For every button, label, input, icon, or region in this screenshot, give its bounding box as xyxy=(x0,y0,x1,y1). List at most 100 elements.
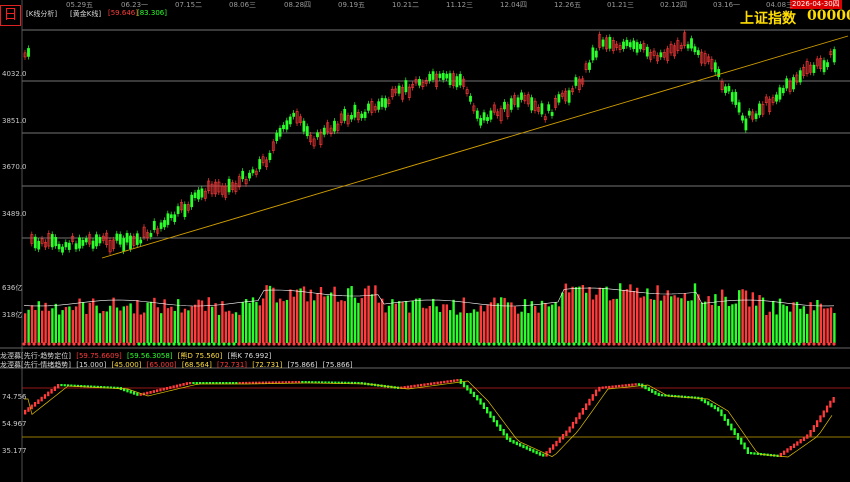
date-label: 04.08三 xyxy=(766,1,794,9)
volume-bar xyxy=(530,301,533,343)
indicator-name[interactable]: 龙湮募[先行-情绪趋势] xyxy=(0,361,71,369)
signal-dot xyxy=(437,342,441,346)
signal-dot xyxy=(367,342,371,346)
signal-dot xyxy=(422,342,426,346)
signal-dot xyxy=(582,342,586,346)
signal-dot xyxy=(467,342,471,346)
indicator-bar xyxy=(159,388,162,392)
volume-bar xyxy=(387,305,391,343)
indicator-row-sentiment: 龙湮募[先行-情绪趋势] [15.000] [45.000] [65.000] … xyxy=(0,360,356,370)
chart-canvas[interactable] xyxy=(0,0,850,482)
candle-body xyxy=(251,169,255,174)
indicator-bar xyxy=(479,398,482,405)
golden-kline-tag[interactable]: [黄金K线] xyxy=(70,9,101,19)
indicator-bar xyxy=(462,381,466,388)
candle-body xyxy=(693,46,697,53)
indicator-name[interactable]: 龙湮募[先行-趋势定位] xyxy=(0,352,71,360)
volume-bar xyxy=(540,300,544,343)
volume-bar xyxy=(778,298,782,343)
volume-bar xyxy=(47,310,51,343)
kline-analysis-tag[interactable]: [K线分析] xyxy=(26,9,57,19)
volume-bar xyxy=(795,301,799,343)
candle-body xyxy=(479,117,483,126)
signal-dot xyxy=(632,342,636,346)
indicator-value: [熊D 75.560] xyxy=(177,352,223,360)
volume-bar xyxy=(306,301,309,343)
signal-dot xyxy=(267,342,271,346)
indicator-bar xyxy=(261,381,264,384)
volume-bar xyxy=(812,310,816,343)
candle-body xyxy=(176,206,180,214)
indicator-bar xyxy=(459,379,462,384)
indicator-bar xyxy=(825,405,829,413)
candle-body xyxy=(241,170,245,180)
indicator-bar xyxy=(585,403,588,410)
volume-bar xyxy=(472,309,476,343)
indicator-bar xyxy=(627,383,631,387)
indicator-bar xyxy=(535,450,538,455)
volume-bar xyxy=(217,314,221,343)
date-label: 02.12四 xyxy=(660,1,688,9)
indicator-bar xyxy=(416,384,419,387)
indicator-bar xyxy=(489,411,492,418)
volume-bar xyxy=(588,287,591,343)
volume-bar xyxy=(734,303,737,343)
signal-dot xyxy=(537,342,541,346)
volume-bar xyxy=(64,307,68,343)
volume-bar xyxy=(432,298,435,343)
volume-bar xyxy=(510,302,513,343)
signal-dot xyxy=(532,342,536,346)
signal-dot xyxy=(222,342,226,346)
period-day-button[interactable]: 日 xyxy=(0,5,21,26)
volume-bar xyxy=(744,290,748,343)
volume-bar xyxy=(71,310,74,343)
indicator-bar xyxy=(796,441,799,446)
indicator-bar xyxy=(132,391,136,395)
volume-bar xyxy=(455,314,459,343)
signal-dot xyxy=(382,342,386,346)
signal-dot xyxy=(832,342,836,346)
volume-bar xyxy=(466,313,469,343)
volume-bar xyxy=(459,312,462,343)
volume-bar xyxy=(768,311,771,343)
signal-dot xyxy=(807,342,811,346)
volume-bar xyxy=(520,311,523,343)
volume-bar xyxy=(224,311,227,343)
indicator-bar xyxy=(832,397,835,403)
candle-body xyxy=(380,98,384,107)
indicator-bar xyxy=(492,415,495,423)
volume-bar xyxy=(418,298,421,343)
indicator-bar xyxy=(182,383,185,386)
signal-dot xyxy=(122,342,126,346)
signal-dot xyxy=(22,342,26,346)
date-label: 10.21二 xyxy=(392,1,420,9)
volume-bar xyxy=(727,305,731,343)
indicator-bar xyxy=(297,381,301,384)
indicator-bar xyxy=(456,379,459,382)
signal-dot xyxy=(462,342,466,346)
volume-bar xyxy=(289,289,292,343)
candle-body xyxy=(118,234,122,245)
candle-body xyxy=(758,103,761,116)
volume-bar xyxy=(639,297,642,343)
candle-body xyxy=(482,112,486,121)
volume-bar xyxy=(296,289,299,343)
candle-body xyxy=(360,113,364,119)
signal-dot xyxy=(257,342,261,346)
volume-bar xyxy=(676,297,680,343)
volume-bar xyxy=(564,283,567,343)
signal-dot xyxy=(252,342,256,346)
candle-body xyxy=(84,238,88,243)
signal-dot xyxy=(627,342,631,346)
header-value-red: [59.646] xyxy=(108,9,138,17)
indicator-bar xyxy=(40,396,43,402)
signal-dot xyxy=(297,342,301,346)
volume-bar xyxy=(598,287,601,343)
indicator-bar xyxy=(618,384,621,388)
volume-bar xyxy=(68,306,71,343)
signal-dot xyxy=(637,342,641,346)
volume-bar xyxy=(119,310,122,343)
candle-body xyxy=(377,101,381,110)
signal-dot xyxy=(567,342,571,346)
signal-dot xyxy=(187,342,191,346)
